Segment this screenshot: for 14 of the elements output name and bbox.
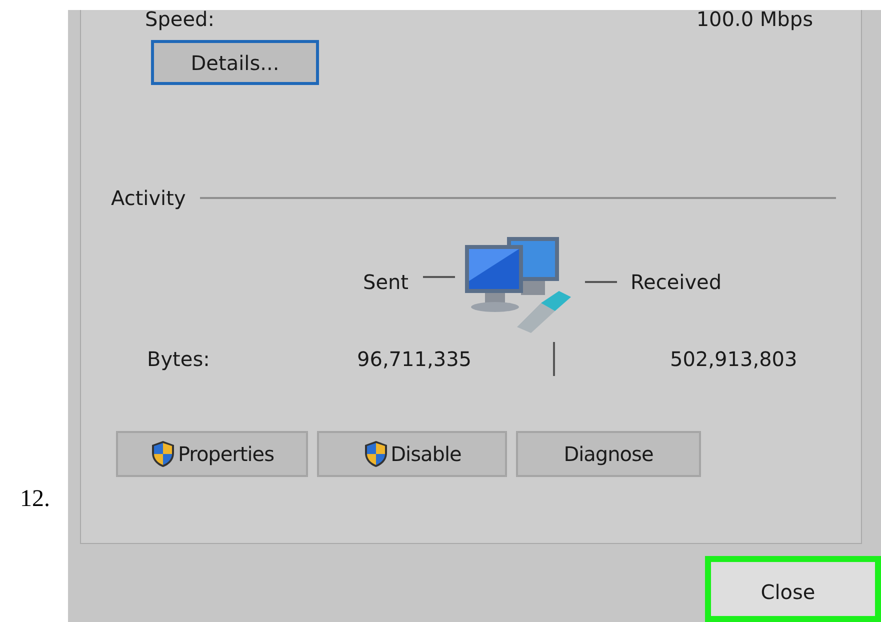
activity-heading: Activity [111, 185, 186, 211]
speed-label: Speed: [145, 10, 214, 32]
dialog-button[interactable]: Disable [317, 431, 507, 477]
step-number: 12. [20, 486, 50, 514]
dialog-button[interactable]: Properties [116, 431, 308, 477]
received-label: Received [630, 270, 722, 294]
details-button[interactable]: Details... [151, 40, 319, 85]
sent-label: Sent [363, 270, 409, 294]
close-button[interactable]: Close [705, 556, 881, 622]
bytes-label: Bytes: [147, 347, 211, 371]
dialog-button[interactable]: Diagnose [516, 431, 701, 477]
bytes-sent-value: 96,711,335 [357, 347, 473, 371]
bytes-received-value: 502,913,803 [670, 347, 798, 371]
speed-value: 100.0 Mbps [696, 10, 813, 32]
